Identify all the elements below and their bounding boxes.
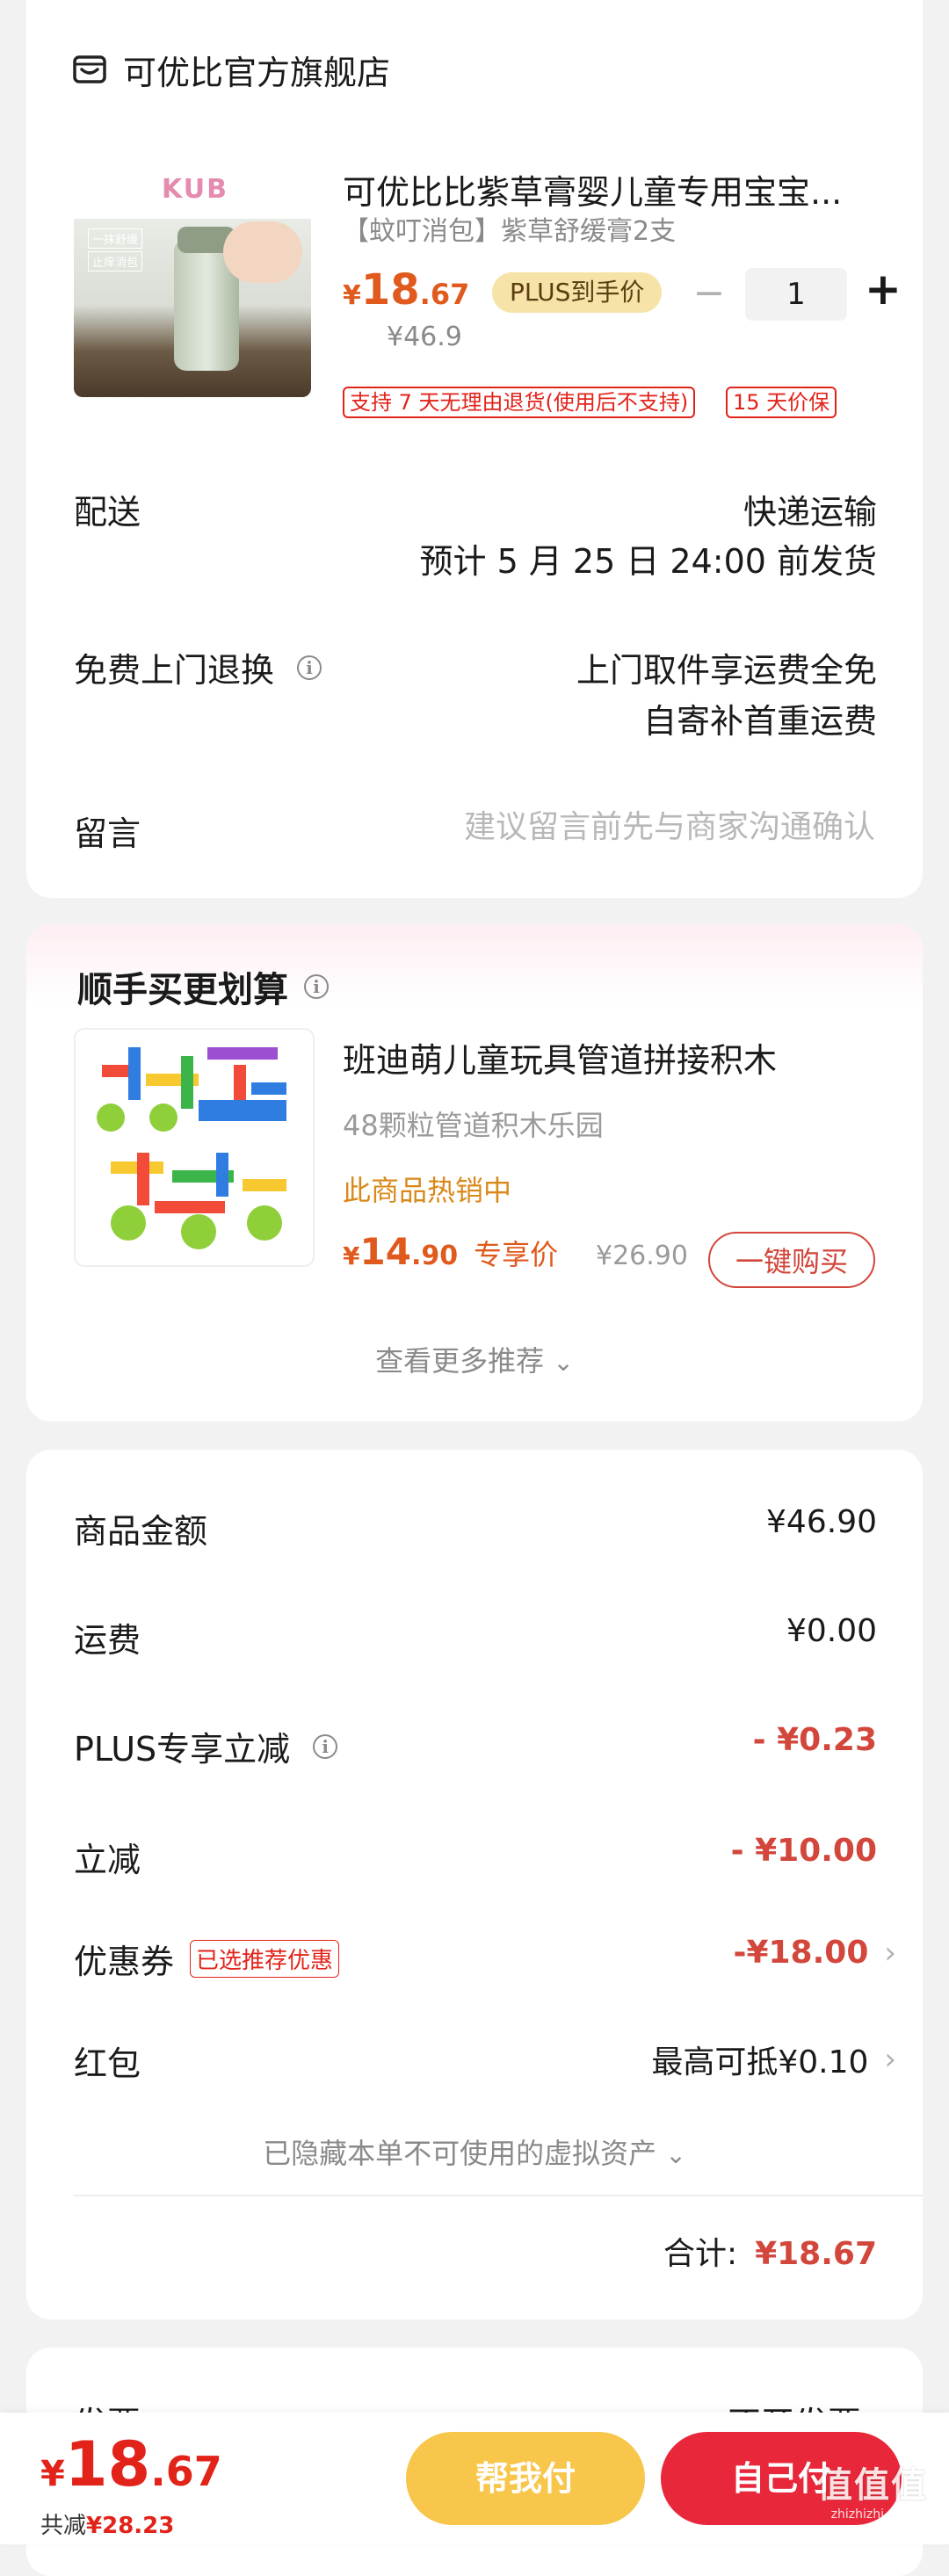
coupon-recommended-tag: 已选推荐优惠 <box>190 1940 340 1978</box>
store-icon <box>73 54 106 83</box>
more-recommend-link[interactable]: 查看更多推荐 ⌄ <box>26 1339 923 1379</box>
delivery-eta: 预计 5 月 25 日 24:00 前发货 <box>419 542 877 581</box>
product-image[interactable]: KUB 一抹舒缓 止痒消包 <box>74 169 311 397</box>
shipping-value: ¥0.00 <box>786 1613 877 1649</box>
bottom-price: ¥ 18 .67 <box>40 2428 222 2500</box>
recommend-item-hot: 此商品热销中 <box>343 1174 512 1207</box>
brand-logo: KUB <box>162 174 228 205</box>
chevron-right-icon: › <box>884 2042 896 2077</box>
product-title[interactable]: 可优比比紫草膏婴儿童专用宝宝... <box>343 165 887 213</box>
hidden-assets-toggle[interactable]: 已隐藏本单不可使用的虚拟资产 ⌄ <box>26 2131 923 2172</box>
store-header[interactable]: 可优比官方旗舰店 <box>72 46 390 94</box>
price-symbol: ¥ <box>343 280 361 311</box>
product-spec[interactable]: 【蚊叮消包】紫草舒缓膏2支 <box>343 209 676 248</box>
help-pay-button[interactable]: 帮我付 <box>406 2432 645 2525</box>
goods-amount-label: 商品金额 <box>74 1512 208 1551</box>
instant-discount-label: 立减 <box>74 1841 141 1879</box>
recommend-item-sub: 48颗粒管道积木乐园 <box>343 1109 604 1142</box>
original-price: ¥46.9 <box>387 322 462 352</box>
price-protect-tag: 15 天价保 <box>726 385 837 418</box>
coupon-row[interactable]: 优惠券 已选推荐优惠 <box>74 1935 340 1983</box>
price-dec: .90 <box>410 1241 459 1271</box>
note-label: 留言 <box>74 814 141 853</box>
watermark-text: 值值值 <box>817 2465 928 2506</box>
total-label: 合计: <box>663 2236 738 2272</box>
image-label-1: 一抹舒缓 <box>88 228 143 249</box>
price-dec: .67 <box>419 278 470 311</box>
exclusive-price-label: 专享价 <box>474 1238 559 1271</box>
coupon-label: 优惠券 <box>74 1943 175 1981</box>
saved-label: 共减 <box>40 2513 87 2539</box>
quantity-input[interactable]: 1 <box>745 268 847 321</box>
total-value: ¥18.67 <box>755 2236 877 2272</box>
plus-discount-value: - ¥0.23 <box>752 1722 877 1758</box>
chevron-down-icon: ⌄ <box>665 2140 686 2169</box>
note-input[interactable] <box>381 801 877 852</box>
recommend-item-image[interactable] <box>74 1028 315 1267</box>
recommend-header: 顺手买更划算 i <box>77 961 329 1012</box>
recommend-item-title[interactable]: 班迪萌儿童玩具管道拼接积木 <box>343 1033 777 1082</box>
free-return-line1: 上门取件享运费全免 <box>576 651 877 690</box>
price-protect-tag-text: 15 天价保 <box>726 387 837 418</box>
free-return-label: 免费上门退换 <box>74 651 275 690</box>
chevron-right-icon: › <box>884 1935 896 1971</box>
plus-discount-label: PLUS专享立减 <box>74 1730 291 1769</box>
redpacket-value: 最高可抵¥0.10 <box>651 2044 869 2080</box>
bottom-checkout-bar: ¥ 18 .67 共减¥28.23 帮我付 自己付 值值值 zhizhizhi.… <box>0 2413 949 2544</box>
quantity-minus-button[interactable]: − <box>687 271 731 315</box>
price-dec: .67 <box>150 2448 222 2495</box>
coupon-value: -¥18.00 <box>733 1935 869 1971</box>
hidden-assets-label: 已隐藏本单不可使用的虚拟资产 <box>263 2137 657 2170</box>
saved-amount: 共减¥28.23 <box>40 2507 174 2540</box>
price-summary-card: 商品金额 ¥46.90 运费 ¥0.00 PLUS专享立减 i - ¥0.23 … <box>26 1450 923 2319</box>
redpacket-value-wrap[interactable]: 最高可抵¥0.10 › <box>651 2037 896 2082</box>
return-policy-tag: 支持 7 天无理由退货(使用后不支持) <box>343 385 696 418</box>
total-row: 合计: ¥18.67 <box>663 2228 877 2274</box>
price-int: 18 <box>360 265 420 315</box>
plus-price-badge: PLUS到手价 <box>492 272 663 313</box>
divider <box>74 2195 923 2196</box>
shipping-label: 运费 <box>74 1621 141 1660</box>
watermark-logo: 值值值 zhizhizhi.com <box>817 2457 928 2522</box>
image-label-2: 止痒消包 <box>88 251 143 271</box>
price-symbol: ¥ <box>343 1241 360 1270</box>
quantity-plus-button[interactable]: + <box>861 264 905 315</box>
info-icon[interactable]: i <box>304 974 329 999</box>
more-recommend-label: 查看更多推荐 <box>375 1344 545 1378</box>
delivery-label: 配送 <box>74 493 141 532</box>
redpacket-label: 红包 <box>74 2044 141 2083</box>
plus-discount-row: PLUS专享立减 i <box>74 1722 338 1770</box>
order-item-card: 可优比官方旗舰店 KUB 一抹舒缓 止痒消包 可优比比紫草膏婴儿童专用宝宝...… <box>26 0 923 898</box>
watermark-sub: zhizhizhi.com <box>830 2507 915 2522</box>
store-name[interactable]: 可优比官方旗舰店 <box>123 46 390 94</box>
recommend-card: 顺手买更划算 i 班迪萌儿童玩具管道拼接积木 48颗粒管道积木乐园 此商品热销中… <box>26 924 923 1422</box>
instant-discount-value: - ¥10.00 <box>730 1833 877 1869</box>
info-icon[interactable]: i <box>297 655 322 680</box>
free-return-line2: 自寄补首重运费 <box>642 702 877 741</box>
product-price: ¥ 18 .67 <box>343 265 469 315</box>
delivery-method[interactable]: 快递运输 <box>743 485 877 533</box>
child-hand <box>223 221 302 283</box>
price-symbol: ¥ <box>40 2454 65 2494</box>
toy-blocks-illustration <box>97 1047 286 1249</box>
free-return-row[interactable]: 免费上门退换 i <box>74 643 322 691</box>
recommend-price: ¥ 14 .90 专享价 <box>343 1230 558 1273</box>
coupon-value-wrap[interactable]: -¥18.00 › <box>734 1935 896 1971</box>
recommend-title: 顺手买更划算 <box>77 970 288 1010</box>
return-policy-tag-text: 支持 7 天无理由退货(使用后不支持) <box>343 387 696 418</box>
info-icon[interactable]: i <box>313 1733 338 1759</box>
price-int: 14 <box>359 1230 411 1273</box>
goods-amount-value: ¥46.90 <box>766 1504 877 1540</box>
price-int: 18 <box>64 2428 151 2500</box>
one-click-buy-button[interactable]: 一键购买 <box>708 1232 875 1288</box>
recommend-original-price: ¥26.90 <box>596 1241 688 1271</box>
chevron-down-icon: ⌄ <box>553 1348 574 1377</box>
saved-value: ¥28.23 <box>86 2513 175 2539</box>
